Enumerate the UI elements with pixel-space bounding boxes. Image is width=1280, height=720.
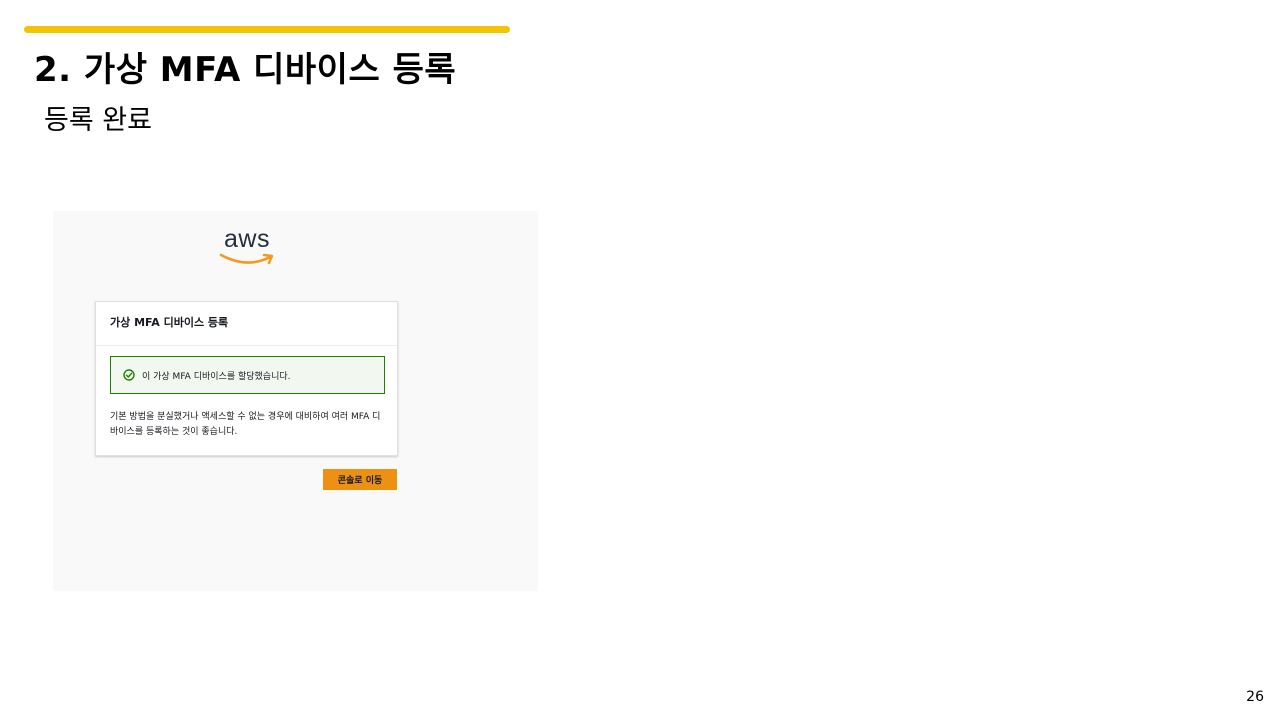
page-number: 26 <box>1246 689 1264 705</box>
title-accent-bar <box>24 26 510 33</box>
check-circle-icon <box>123 369 135 381</box>
card-description-line-1: 기본 방법을 분실했거나 액세스할 수 없는 경우에 대비하여 여러 MFA 디 <box>110 412 381 422</box>
slide-title: 2. 가상 MFA 디바이스 등록 <box>34 50 457 90</box>
mfa-register-card: 가상 MFA 디바이스 등록 이 가상 MFA 디바이스를 할당했습니다. 기본… <box>95 301 398 456</box>
aws-smile-icon <box>219 253 274 265</box>
card-description-line-2: 바이스를 등록하는 것이 좋습니다. <box>110 427 238 437</box>
card-title: 가상 MFA 디바이스 등록 <box>96 302 397 346</box>
success-alert-text: 이 가상 MFA 디바이스를 할당했습니다. <box>142 371 291 382</box>
aws-logo: aws <box>217 225 277 269</box>
aws-logo-text: aws <box>224 225 270 253</box>
slide: 2. 가상 MFA 디바이스 등록 등록 완료 aws 가상 MFA 디바이스 … <box>0 0 1280 720</box>
success-alert: 이 가상 MFA 디바이스를 할당했습니다. <box>110 356 385 394</box>
card-description: 기본 방법을 분실했거나 액세스할 수 없는 경우에 대비하여 여러 MFA 디… <box>110 410 390 440</box>
go-to-console-button[interactable]: 콘솔로 이동 <box>323 469 397 490</box>
aws-mfa-screenshot: aws 가상 MFA 디바이스 등록 이 가상 MFA 디바이스를 할당했습니다… <box>53 211 538 591</box>
slide-subtitle: 등록 완료 <box>44 105 152 136</box>
